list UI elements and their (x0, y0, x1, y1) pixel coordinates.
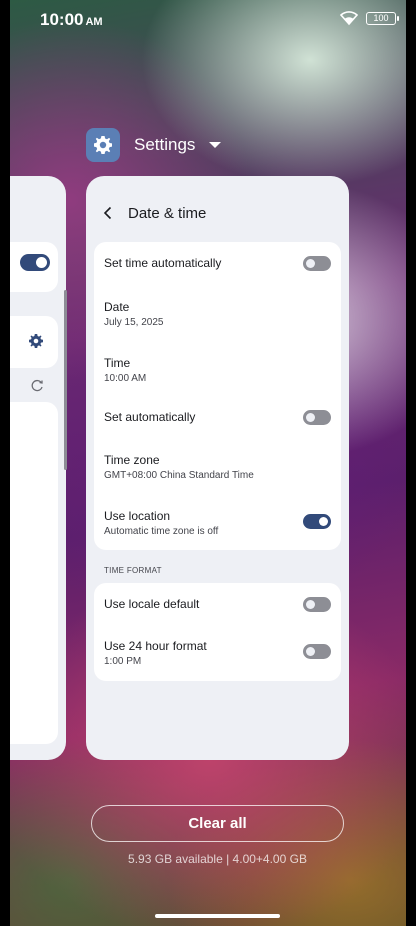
refresh-icon (31, 379, 43, 392)
settings-group: Set time automatically Date July 15, 202… (94, 242, 341, 550)
row-title: Set time automatically (104, 256, 222, 270)
row-subtitle: July 15, 2025 (104, 317, 164, 328)
row-title: Set automatically (104, 410, 196, 424)
use-locale-default-toggle[interactable] (303, 597, 331, 612)
time-row[interactable]: Time 10:00 AM (104, 356, 331, 384)
row-title: Time zone (104, 453, 160, 467)
left-card-scrollbar (64, 290, 67, 470)
use-24-hour-format-row[interactable]: Use 24 hour format 1:00 PM (104, 639, 331, 667)
row-title: Date (104, 300, 130, 314)
status-time: 10:00 AM (40, 10, 103, 29)
battery-icon: 100 (366, 12, 399, 25)
use-24-hour-format-toggle[interactable] (303, 644, 331, 659)
row-subtitle: GMT+08:00 China Standard Time (104, 470, 254, 481)
row-title: Use locale default (104, 597, 200, 611)
row-subtitle: Automatic time zone is off (104, 526, 219, 537)
set-automatically-toggle[interactable] (303, 410, 331, 425)
page-title: Date & time (128, 204, 207, 222)
set-automatically-row[interactable]: Set automatically (104, 410, 331, 425)
settings-app-icon[interactable] (86, 128, 120, 162)
left-card-row (10, 402, 58, 744)
use-locale-default-row[interactable]: Use locale default (104, 597, 331, 612)
left-card-toggle (20, 254, 50, 271)
use-location-toggle[interactable] (303, 514, 331, 529)
app-name: Settings (134, 135, 196, 154)
time-zone-row[interactable]: Time zone GMT+08:00 China Standard Time (104, 453, 331, 481)
settings-gear-icon (94, 136, 112, 154)
navigation-handle[interactable] (155, 914, 280, 918)
status-bar: 10:00 AM 100 (10, 0, 406, 40)
clear-all-button[interactable]: Clear all (91, 805, 344, 842)
screen-header: Date & time (86, 196, 349, 230)
row-title: Use location (104, 509, 171, 523)
chevron-down-icon[interactable] (209, 142, 222, 148)
wifi-icon (340, 11, 358, 26)
app-label[interactable]: Settings (86, 127, 222, 163)
row-subtitle: 10:00 AM (104, 373, 147, 384)
row-title: Use 24 hour format (104, 639, 207, 653)
back-arrow-icon[interactable] (100, 205, 116, 221)
use-location-row[interactable]: Use location Automatic time zone is off (104, 509, 331, 537)
recent-app-card-left[interactable] (10, 176, 66, 760)
memory-status: 5.93 GB available | 4.00+4.00 GB (128, 852, 307, 866)
row-title: Time (104, 356, 131, 370)
gear-icon (29, 334, 43, 348)
set-time-automatically-toggle[interactable] (303, 256, 331, 271)
settings-group: Use locale default Use 24 hour format 1:… (94, 583, 341, 681)
set-time-automatically-row[interactable]: Set time automatically (104, 256, 331, 271)
row-subtitle: 1:00 PM (104, 656, 142, 667)
date-row[interactable]: Date July 15, 2025 (104, 300, 331, 328)
section-header: TIME FORMAT (104, 566, 162, 575)
recent-app-card-settings[interactable]: Date & time Set time automatically Date … (86, 176, 349, 760)
